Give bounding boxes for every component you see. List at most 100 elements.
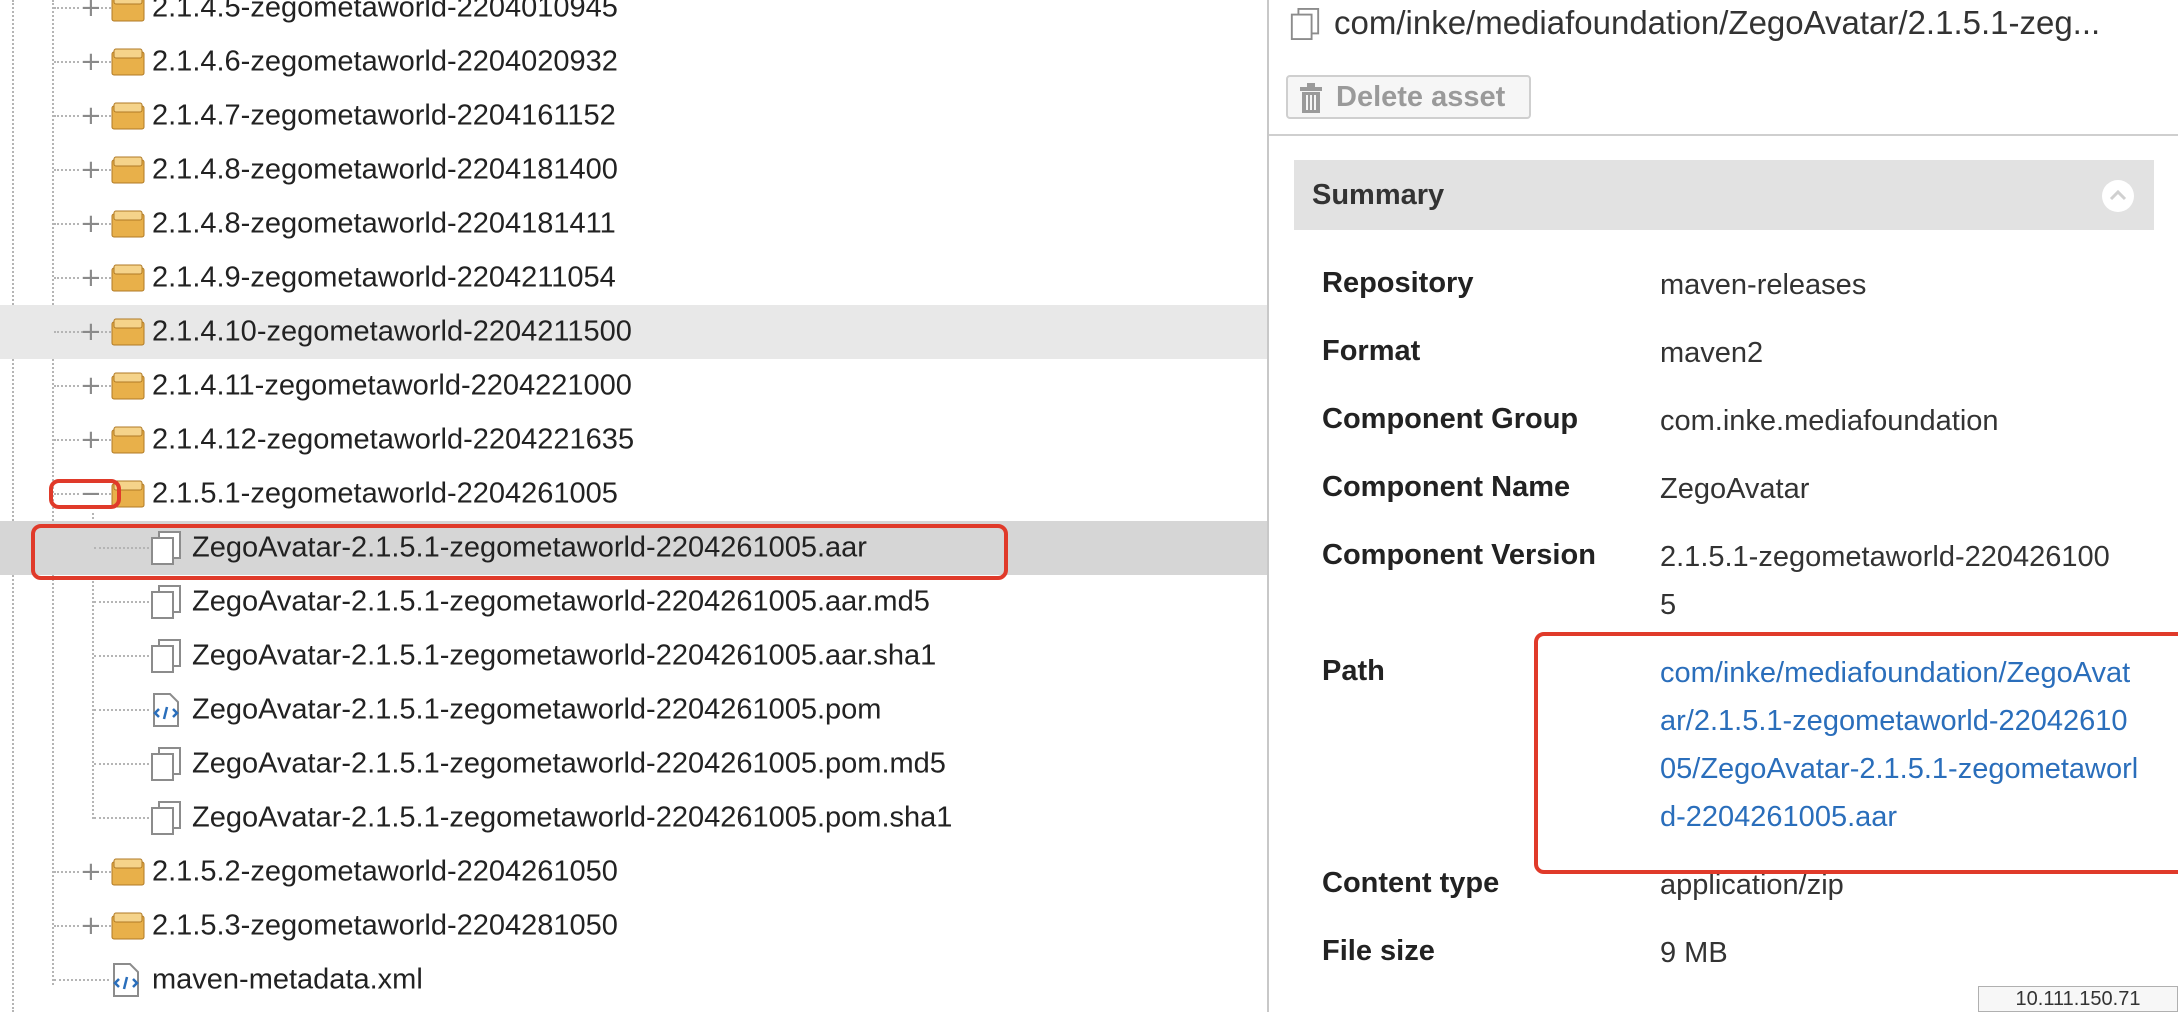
tree-item-label: 2.1.4.12-zegometaworld-2204221635: [152, 423, 635, 456]
file-icon: [151, 801, 181, 835]
field-label-component-name: Component Name: [1322, 471, 1571, 503]
expand-toggle[interactable]: +: [80, 427, 102, 453]
tree-item-label: 2.1.4.9-zegometaworld-2204211054: [152, 261, 616, 294]
field-value-component-name: ZegoAvatar: [1660, 473, 1810, 505]
field-label-content-type: Content type: [1322, 867, 1500, 899]
field-value-component-group: com.inke.mediafoundation: [1660, 405, 1999, 437]
folder-icon: [111, 372, 145, 400]
folder-icon: [111, 858, 145, 886]
tree-item-label: ZegoAvatar-2.1.5.1-zegometaworld-2204261…: [192, 801, 953, 834]
field-value-component-version: 2.1.5.1-zegometaworld-2204261005: [1660, 541, 2110, 621]
tree-item-label: 2.1.4.10-zegometaworld-2204211500: [152, 315, 632, 348]
summary-title: Summary: [1312, 179, 1445, 211]
expand-toggle[interactable]: +: [80, 49, 102, 75]
tree-connector: [94, 817, 149, 819]
expand-toggle[interactable]: +: [80, 859, 102, 885]
tree-row-file[interactable]: maven-metadata.xml: [0, 953, 1267, 1007]
tree-row-folder[interactable]: + 2.1.4.8-zegometaworld-2204181411: [0, 197, 1267, 251]
folder-icon: [111, 102, 145, 130]
tree-item-label: ZegoAvatar-2.1.5.1-zegometaworld-2204261…: [192, 531, 867, 564]
tree-item-label: ZegoAvatar-2.1.5.1-zegometaworld-2204261…: [192, 639, 937, 672]
tree-row-folder[interactable]: + 2.1.5.2-zegometaworld-2204261050: [0, 845, 1267, 899]
file-icon: [151, 585, 181, 619]
tree-row-file[interactable]: ZegoAvatar-2.1.5.1-zegometaworld-2204261…: [0, 737, 1267, 791]
tree-item-label: 2.1.4.8-zegometaworld-2204181411: [152, 207, 616, 240]
expand-toggle[interactable]: +: [80, 319, 102, 345]
file-icon: [151, 747, 181, 781]
chevron-up-icon[interactable]: [2102, 180, 2134, 212]
asset-tree: + 2.1.4.5-zegometaworld-2204010945 + 2.1…: [0, 0, 1267, 1012]
asset-detail-panel: com/inke/mediafoundation/ZegoAvatar/2.1.…: [1269, 0, 2178, 1012]
field-label-path: Path: [1322, 655, 1385, 687]
tree-row-folder[interactable]: + 2.1.4.8-zegometaworld-2204181400: [0, 143, 1267, 197]
field-label-repository: Repository: [1322, 267, 1474, 299]
expand-toggle[interactable]: +: [80, 265, 102, 291]
tree-item-label: ZegoAvatar-2.1.5.1-zegometaworld-2204261…: [192, 693, 882, 726]
tree-row-folder-hovered[interactable]: + 2.1.4.10-zegometaworld-2204211500: [0, 305, 1267, 359]
xml-file-icon: [113, 963, 139, 997]
trash-icon: [1300, 83, 1322, 113]
tree-row-folder[interactable]: + 2.1.4.12-zegometaworld-2204221635: [0, 413, 1267, 467]
expand-toggle[interactable]: +: [80, 157, 102, 183]
folder-icon: [111, 210, 145, 238]
tree-item-label: 2.1.5.3-zegometaworld-2204281050: [152, 909, 618, 942]
tree-connector: [94, 547, 149, 549]
expand-toggle[interactable]: +: [80, 211, 102, 237]
tree-item-label: maven-metadata.xml: [152, 963, 423, 996]
xml-file-icon: [153, 693, 179, 727]
tree-row-folder[interactable]: + 2.1.4.11-zegometaworld-2204221000: [0, 359, 1267, 413]
expand-toggle[interactable]: +: [80, 0, 102, 21]
tree-row-folder[interactable]: + 2.1.5.3-zegometaworld-2204281050: [0, 899, 1267, 953]
field-value-file-size: 9 MB: [1660, 937, 1728, 969]
tree-item-label: 2.1.4.8-zegometaworld-2204181400: [152, 153, 618, 186]
expand-toggle[interactable]: +: [80, 373, 102, 399]
tree-row-file[interactable]: ZegoAvatar-2.1.5.1-zegometaworld-2204261…: [0, 629, 1267, 683]
collapse-toggle[interactable]: −: [80, 481, 102, 507]
tree-row-folder[interactable]: + 2.1.4.7-zegometaworld-2204161152: [0, 89, 1267, 143]
field-label-file-size: File size: [1322, 935, 1435, 967]
folder-icon: [111, 426, 145, 454]
tree-item-label: 2.1.4.6-zegometaworld-2204020932: [152, 45, 618, 78]
file-icon: [1290, 8, 1320, 40]
tree-row-folder[interactable]: + 2.1.4.9-zegometaworld-2204211054: [0, 251, 1267, 305]
tree-row-file[interactable]: ZegoAvatar-2.1.5.1-zegometaworld-2204261…: [0, 683, 1267, 737]
tree-item-label: 2.1.4.5-zegometaworld-2204010945: [152, 0, 618, 24]
file-icon: [151, 639, 181, 673]
delete-asset-label: Delete asset: [1336, 81, 1506, 113]
path-link[interactable]: com/inke/mediafoundation/ZegoAvatar/2.1.…: [1660, 649, 2140, 841]
tree-connector: [94, 709, 149, 711]
tree-row-folder-expanded[interactable]: − 2.1.5.1-zegometaworld-2204261005: [0, 467, 1267, 521]
field-value-content-type: application/zip: [1660, 869, 1844, 901]
field-label-component-version: Component Version: [1322, 539, 1596, 571]
tree-row-file[interactable]: ZegoAvatar-2.1.5.1-zegometaworld-2204261…: [0, 575, 1267, 629]
tree-item-label: 2.1.4.11-zegometaworld-2204221000: [152, 369, 632, 402]
expand-toggle[interactable]: +: [80, 913, 102, 939]
ip-address-badge: 10.111.150.71: [1978, 986, 2178, 1012]
summary-section-header[interactable]: Summary: [1294, 160, 2154, 230]
tree-connector: [54, 979, 109, 981]
tree-item-label: 2.1.5.1-zegometaworld-2204261005: [152, 477, 618, 510]
tree-item-label: 2.1.5.2-zegometaworld-2204261050: [152, 855, 618, 888]
folder-icon: [111, 48, 145, 76]
tree-row-folder[interactable]: + 2.1.4.6-zegometaworld-2204020932: [0, 35, 1267, 89]
expand-toggle[interactable]: +: [80, 103, 102, 129]
asset-title: com/inke/mediafoundation/ZegoAvatar/2.1.…: [1334, 4, 2101, 41]
folder-icon: [111, 912, 145, 940]
toolbar-separator: [1269, 134, 2178, 136]
tree-connector: [94, 655, 149, 657]
tree-row-file[interactable]: ZegoAvatar-2.1.5.1-zegometaworld-2204261…: [0, 791, 1267, 845]
tree-item-label: ZegoAvatar-2.1.5.1-zegometaworld-2204261…: [192, 747, 946, 780]
field-label-format: Format: [1322, 335, 1421, 367]
tree-item-label: ZegoAvatar-2.1.5.1-zegometaworld-2204261…: [192, 585, 930, 618]
folder-icon: [111, 0, 145, 22]
field-value-format: maven2: [1660, 337, 1764, 369]
folder-icon: [111, 156, 145, 184]
folder-open-icon: [111, 480, 145, 508]
delete-asset-button[interactable]: Delete asset: [1286, 75, 1531, 119]
folder-icon: [111, 264, 145, 292]
tree-row-folder[interactable]: + 2.1.4.5-zegometaworld-2204010945: [0, 0, 1267, 35]
file-icon: [151, 531, 181, 565]
tree-connector: [94, 601, 149, 603]
tree-row-file-selected[interactable]: ZegoAvatar-2.1.5.1-zegometaworld-2204261…: [0, 521, 1267, 575]
folder-icon: [111, 318, 145, 346]
